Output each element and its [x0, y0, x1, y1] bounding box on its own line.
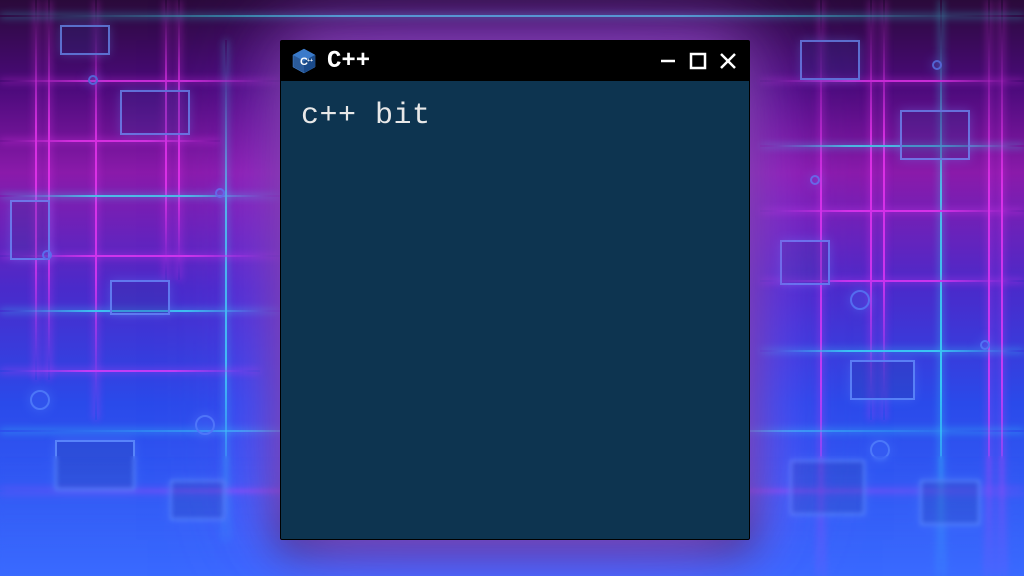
minimize-button[interactable] — [657, 50, 679, 72]
terminal-text: c++ bit — [301, 99, 431, 133]
terminal-window: C ++ C++ c++ bit — [280, 40, 750, 540]
window-title: C++ — [327, 48, 647, 75]
titlebar[interactable]: C ++ C++ — [281, 41, 749, 81]
close-button[interactable] — [717, 50, 739, 72]
svg-text:++: ++ — [307, 58, 313, 64]
maximize-button[interactable] — [687, 50, 709, 72]
terminal-content[interactable]: c++ bit — [281, 81, 749, 151]
window-controls — [657, 50, 739, 72]
cpp-logo-icon: C ++ — [291, 48, 317, 74]
